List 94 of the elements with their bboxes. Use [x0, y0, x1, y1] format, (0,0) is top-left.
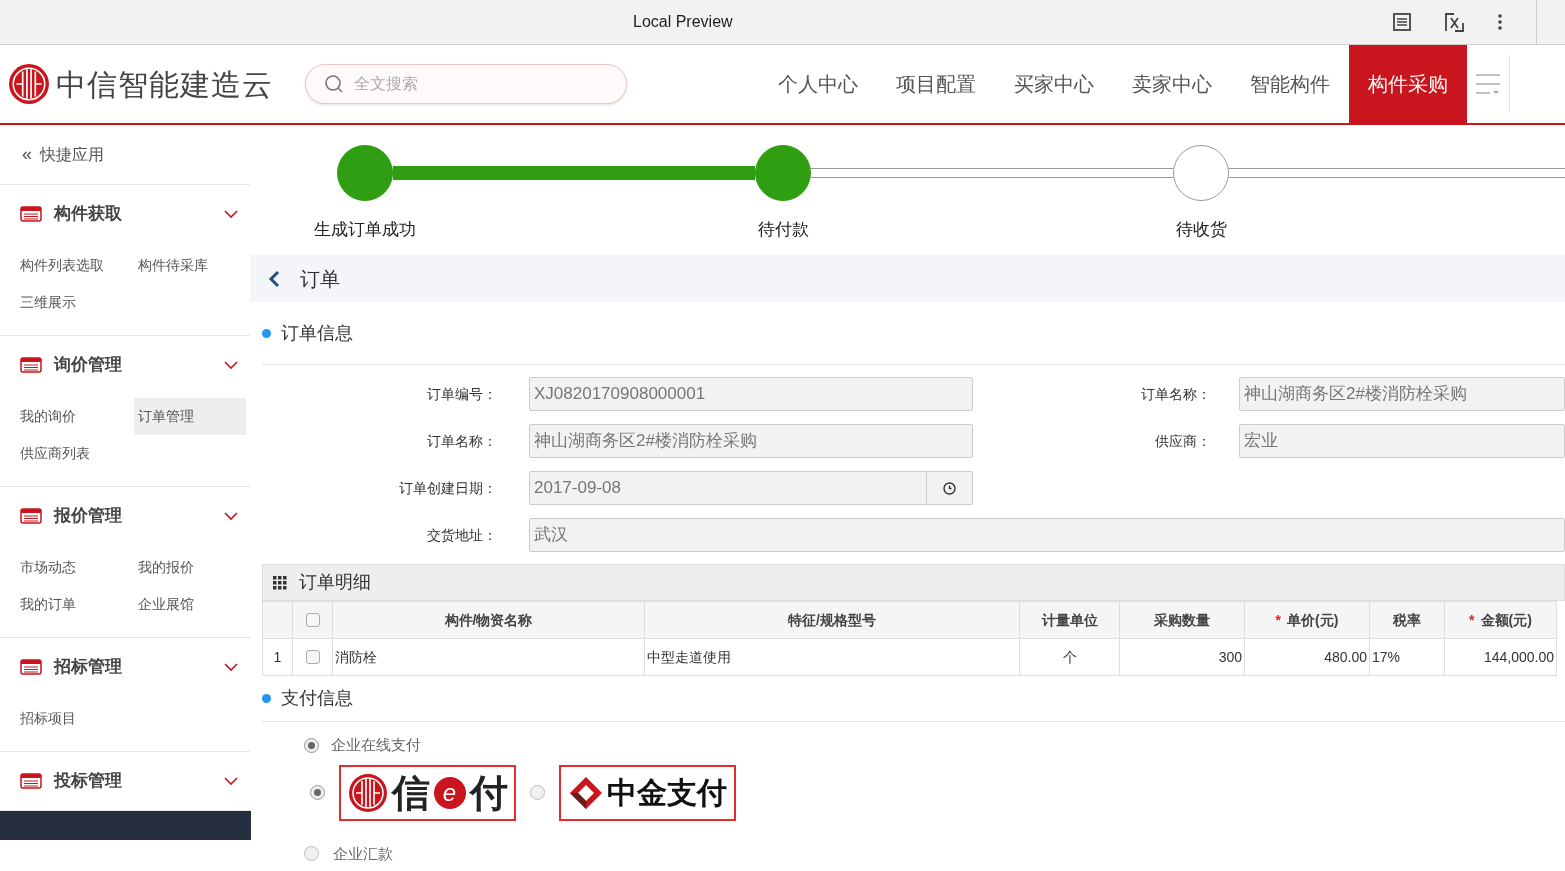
- payment-provider-logo[interactable]: 信 e 付: [339, 764, 516, 821]
- list-icon: [20, 357, 42, 373]
- chevron-down-icon[interactable]: [224, 511, 238, 521]
- list-icon: [20, 206, 42, 222]
- menu-item[interactable]: 构件列表选取: [16, 247, 134, 284]
- column-header: 构件/物资名称: [444, 611, 533, 628]
- menu-item[interactable]: 三维展示: [16, 284, 134, 321]
- field-label: 订单创建日期：: [398, 478, 497, 498]
- row-number: 1: [273, 648, 282, 665]
- field-label: 订单名称：: [1140, 384, 1211, 404]
- menu-item[interactable]: 我的询价: [16, 398, 134, 435]
- search-bar[interactable]: 全文搜索: [305, 64, 627, 104]
- column-header: * 金额(元): [1469, 611, 1532, 628]
- radio-button[interactable]: [530, 785, 545, 800]
- clock-icon[interactable]: [943, 481, 956, 495]
- menu-item[interactable]: 供应商列表: [16, 435, 134, 472]
- menu-item[interactable]: 市场动态: [16, 549, 134, 586]
- more-icon[interactable]: [1498, 14, 1502, 30]
- section-title: 支付信息: [281, 687, 353, 710]
- menu-group-header[interactable]: 招标管理: [0, 638, 250, 696]
- document-icon[interactable]: [1393, 13, 1411, 31]
- bullet-icon: [262, 694, 271, 703]
- menu-item[interactable]: 我的订单: [16, 586, 134, 623]
- nav-tab[interactable]: 个人中心: [759, 45, 877, 123]
- table-cell: 个: [1062, 648, 1077, 665]
- menu-group-header[interactable]: 构件获取: [0, 185, 250, 243]
- search-field[interactable]: 全文搜索: [354, 72, 608, 96]
- column-header: 特征/规格型号: [788, 611, 876, 628]
- table-cell: 中型走道使用: [647, 648, 731, 665]
- table-cell: 300: [1218, 648, 1242, 665]
- nav-tab[interactable]: 卖家中心: [1113, 45, 1231, 123]
- section-title: 订单信息: [281, 321, 353, 345]
- field-label: 交货地址：: [426, 525, 497, 545]
- menu-group-header[interactable]: 报价管理: [0, 487, 250, 545]
- text-field[interactable]: 神山湖商务区2#楼消防栓采购: [529, 424, 973, 458]
- browser-title: Local Preview: [633, 12, 733, 32]
- checkbox[interactable]: [305, 613, 320, 627]
- date-field[interactable]: 2017-09-08: [529, 471, 973, 505]
- nav-tab[interactable]: 构件采购: [1349, 45, 1467, 123]
- text-field[interactable]: XJ0820170908000001: [529, 377, 973, 411]
- variable-icon[interactable]: [1445, 12, 1464, 32]
- chevron-down-icon[interactable]: [224, 662, 238, 672]
- text-field[interactable]: 神山湖商务区2#楼消防栓采购: [1239, 377, 1565, 411]
- menu-item[interactable]: 招标项目: [16, 700, 134, 737]
- quick-apps-label: 快捷应用: [40, 144, 104, 165]
- step-label: 待付款: [756, 219, 810, 241]
- search-icon: [324, 74, 344, 94]
- column-header: 计量单位: [1041, 611, 1098, 628]
- list-icon: [20, 508, 42, 524]
- logo-icon: [347, 772, 388, 813]
- section-title: 订单明细: [299, 571, 371, 594]
- chevron-down-icon[interactable]: [224, 360, 238, 370]
- checkbox[interactable]: [305, 650, 320, 664]
- column-header: 采购数量: [1154, 611, 1210, 628]
- table-cell: 消防栓: [335, 648, 377, 665]
- field-label: 供应商：: [1154, 431, 1211, 451]
- table-cell: 480.00: [1324, 648, 1367, 665]
- nav-tab[interactable]: 智能构件: [1231, 45, 1349, 123]
- menu-item[interactable]: 我的报价: [134, 549, 246, 586]
- list-icon: [20, 773, 42, 789]
- radio-button[interactable]: [304, 737, 319, 753]
- diamond-logo-icon: [568, 775, 603, 810]
- payment-method-label: 企业汇款: [333, 843, 393, 864]
- field-label: 订单名称：: [426, 431, 497, 451]
- radio-button[interactable]: [304, 846, 319, 862]
- double-chevron-icon[interactable]: «: [22, 141, 32, 168]
- menu-group-header[interactable]: 询价管理: [0, 336, 250, 394]
- menu-item[interactable]: 构件待采库: [134, 247, 246, 284]
- grid-icon: [273, 575, 287, 590]
- menu-item[interactable]: 企业展馆: [134, 586, 246, 623]
- text-field[interactable]: 宏业: [1239, 424, 1565, 458]
- payment-method-label: 企业在线支付: [331, 735, 421, 755]
- back-icon[interactable]: [268, 269, 280, 288]
- menu-group-header[interactable]: 投标管理: [0, 752, 250, 810]
- step-label: 生成订单成功: [313, 219, 417, 241]
- brand-name: 中信智能建造云: [56, 66, 273, 103]
- chevron-down-icon[interactable]: [224, 209, 238, 219]
- radio-button[interactable]: [310, 785, 325, 800]
- menu-item[interactable]: 订单管理: [134, 398, 246, 435]
- text-field[interactable]: 武汉: [529, 518, 1565, 552]
- payment-provider-logo[interactable]: 中金支付: [559, 764, 736, 821]
- column-header: 税率: [1393, 611, 1421, 628]
- bullet-icon: [262, 328, 271, 338]
- column-header: * 单价(元): [1275, 611, 1339, 628]
- nav-tab[interactable]: 项目配置: [877, 45, 995, 123]
- chevron-down-icon[interactable]: [224, 776, 238, 786]
- table-cell: 17%: [1372, 648, 1401, 665]
- page-title: 订单: [300, 266, 340, 292]
- logo-icon: [8, 63, 50, 105]
- table-cell: 144,000.00: [1483, 648, 1554, 665]
- nav-tab[interactable]: 买家中心: [995, 45, 1113, 123]
- step-label: 待收货: [1174, 219, 1228, 241]
- list-icon: [20, 659, 42, 675]
- field-label: 订单编号：: [426, 384, 497, 404]
